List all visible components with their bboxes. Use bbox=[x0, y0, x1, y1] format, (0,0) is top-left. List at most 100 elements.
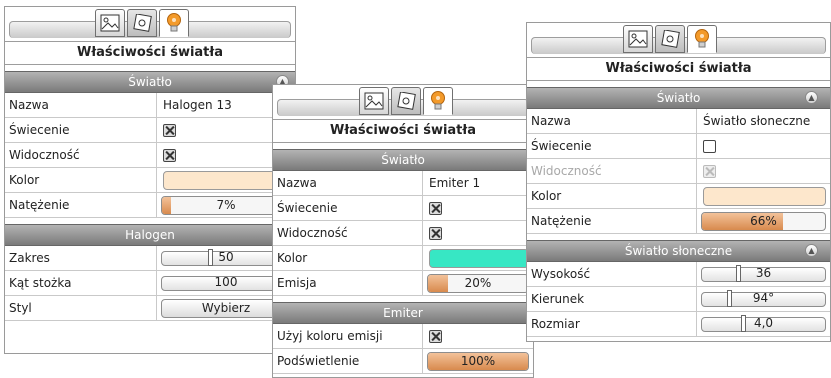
light-properties-panel-1: Właściwości światła Światło ▲ Nazwa Halo… bbox=[4, 6, 296, 354]
property-row-nazwa: Nazwa Światło słoneczne bbox=[527, 109, 830, 134]
property-label: Użyj koloru emisji bbox=[273, 324, 423, 348]
property-row-kolor: Kolor bbox=[273, 246, 533, 271]
scene-image-icon bbox=[364, 92, 384, 110]
property-row-kolor: Kolor bbox=[5, 168, 295, 193]
object-image-icon bbox=[397, 92, 416, 110]
property-row-nazwa: Nazwa Emiter 1 bbox=[273, 171, 533, 196]
property-row-widocznosc: Widoczność bbox=[273, 221, 533, 246]
tab-object[interactable] bbox=[127, 9, 157, 37]
panel-title: Właściwości światła bbox=[5, 41, 295, 65]
glow-checkbox[interactable] bbox=[163, 124, 176, 137]
scene-image-icon bbox=[628, 30, 648, 48]
property-label: Kolor bbox=[273, 246, 423, 270]
property-row-uzyj-koloru: Użyj koloru emisji bbox=[273, 324, 533, 349]
tab-light[interactable] bbox=[159, 9, 189, 37]
emission-value: 20% bbox=[464, 276, 492, 290]
property-row-kolor: Kolor bbox=[527, 184, 830, 209]
property-label: Rozmiar bbox=[527, 312, 697, 336]
backlight-bar[interactable]: 100% bbox=[427, 352, 529, 371]
section-header-halogen[interactable]: Halogen ▲ bbox=[5, 224, 295, 246]
altitude-slider[interactable]: 36 bbox=[701, 265, 826, 282]
property-row-zakres: Zakres 50 bbox=[5, 246, 295, 271]
visibility-checkbox[interactable] bbox=[163, 149, 176, 162]
property-row-wysokosc: Wysokość 36 bbox=[527, 262, 830, 287]
altitude-value: 36 bbox=[755, 266, 772, 280]
property-row-styl: Styl Wybierz bbox=[5, 296, 295, 321]
property-label: Nazwa bbox=[527, 109, 697, 133]
property-label: Widoczność bbox=[527, 159, 697, 183]
tab-scene[interactable] bbox=[359, 87, 389, 115]
tab-light[interactable] bbox=[687, 25, 717, 53]
tab-strip bbox=[527, 23, 830, 57]
section-header-swiatlo[interactable]: Światło ▲ bbox=[5, 71, 295, 93]
tab-object[interactable] bbox=[391, 87, 421, 115]
property-label: Kolor bbox=[5, 168, 157, 192]
size-value: 4,0 bbox=[753, 316, 774, 330]
light-properties-panel-2: Właściwości światła Światło Nazwa Emiter… bbox=[272, 84, 534, 378]
name-field[interactable]: Światło słoneczne bbox=[697, 109, 830, 133]
color-swatch[interactable] bbox=[703, 187, 826, 206]
property-row-kierunek: Kierunek 94° bbox=[527, 287, 830, 312]
section-title: Emiter bbox=[383, 306, 423, 320]
property-row-widocznosc: Widoczność bbox=[5, 143, 295, 168]
property-row-swiecenie: Świecenie bbox=[5, 118, 295, 143]
panel-title: Właściwości światła bbox=[527, 57, 830, 81]
property-row-nazwa: Nazwa Halogen 13 bbox=[5, 93, 295, 118]
section-title: Światło bbox=[381, 153, 425, 167]
emission-bar[interactable]: 20% bbox=[427, 274, 529, 293]
property-row-rozmiar: Rozmiar 4,0 bbox=[527, 312, 830, 337]
property-row-emisja: Emisja 20% bbox=[273, 271, 533, 296]
section-header-swiatlo[interactable]: Światło bbox=[273, 149, 533, 171]
property-label: Natężenie bbox=[5, 193, 157, 217]
chevron-up-icon[interactable]: ▲ bbox=[805, 91, 818, 104]
property-label: Świecenie bbox=[527, 134, 697, 158]
tab-scene[interactable] bbox=[623, 25, 653, 53]
tab-light[interactable] bbox=[423, 87, 453, 115]
object-image-icon bbox=[661, 30, 680, 48]
tab-scene[interactable] bbox=[95, 9, 125, 37]
property-row-swiecenie: Świecenie bbox=[273, 196, 533, 221]
light-properties-panel-3: Właściwości światła Światło ▲ Nazwa Świa… bbox=[526, 22, 831, 342]
use-emission-color-checkbox[interactable] bbox=[429, 330, 442, 343]
property-label: Zakres bbox=[5, 246, 157, 270]
property-row-podswietlenie: Podświetlenie 100% bbox=[273, 349, 533, 374]
glow-checkbox[interactable] bbox=[429, 202, 442, 215]
direction-value: 94° bbox=[752, 291, 775, 305]
property-label: Styl bbox=[5, 296, 157, 320]
intensity-bar[interactable]: 66% bbox=[701, 212, 826, 231]
scene-image-icon bbox=[100, 14, 120, 32]
property-row-widocznosc: Widoczność bbox=[527, 159, 830, 184]
property-label: Emisja bbox=[273, 271, 423, 295]
section-title: Światło bbox=[656, 91, 701, 105]
object-image-icon bbox=[133, 14, 152, 32]
property-label: Nazwa bbox=[5, 93, 157, 117]
light-bulb-icon bbox=[167, 13, 181, 32]
property-label: Nazwa bbox=[273, 171, 423, 195]
direction-slider[interactable]: 94° bbox=[701, 290, 826, 307]
section-header-swiatlo[interactable]: Światło ▲ bbox=[527, 87, 830, 109]
section-header-emiter[interactable]: Emiter bbox=[273, 302, 533, 324]
section-header-sloneczne[interactable]: Światło słoneczne ▲ bbox=[527, 240, 830, 262]
tab-strip bbox=[5, 7, 295, 41]
range-value: 50 bbox=[218, 250, 234, 264]
section-title: Światło bbox=[128, 75, 172, 89]
section-title: Światło słoneczne bbox=[624, 244, 733, 258]
backlight-value: 100% bbox=[460, 354, 496, 368]
visibility-checkbox[interactable] bbox=[429, 227, 442, 240]
visibility-checkbox bbox=[703, 165, 716, 178]
tab-strip bbox=[273, 85, 533, 119]
property-row-natezenie: Natężenie 7% bbox=[5, 193, 295, 218]
section-title: Halogen bbox=[125, 228, 175, 242]
chevron-up-icon[interactable]: ▲ bbox=[805, 244, 818, 257]
color-swatch[interactable] bbox=[429, 249, 529, 268]
property-label: Widoczność bbox=[5, 143, 157, 167]
property-label: Widoczność bbox=[273, 221, 423, 245]
property-label: Natężenie bbox=[527, 209, 697, 233]
tab-object[interactable] bbox=[655, 25, 685, 53]
property-label: Świecenie bbox=[273, 196, 423, 220]
property-row-natezenie: Natężenie 66% bbox=[527, 209, 830, 234]
light-bulb-icon bbox=[431, 91, 445, 110]
glow-checkbox[interactable] bbox=[703, 140, 716, 153]
size-slider[interactable]: 4,0 bbox=[701, 315, 826, 332]
name-field[interactable]: Emiter 1 bbox=[423, 171, 533, 195]
